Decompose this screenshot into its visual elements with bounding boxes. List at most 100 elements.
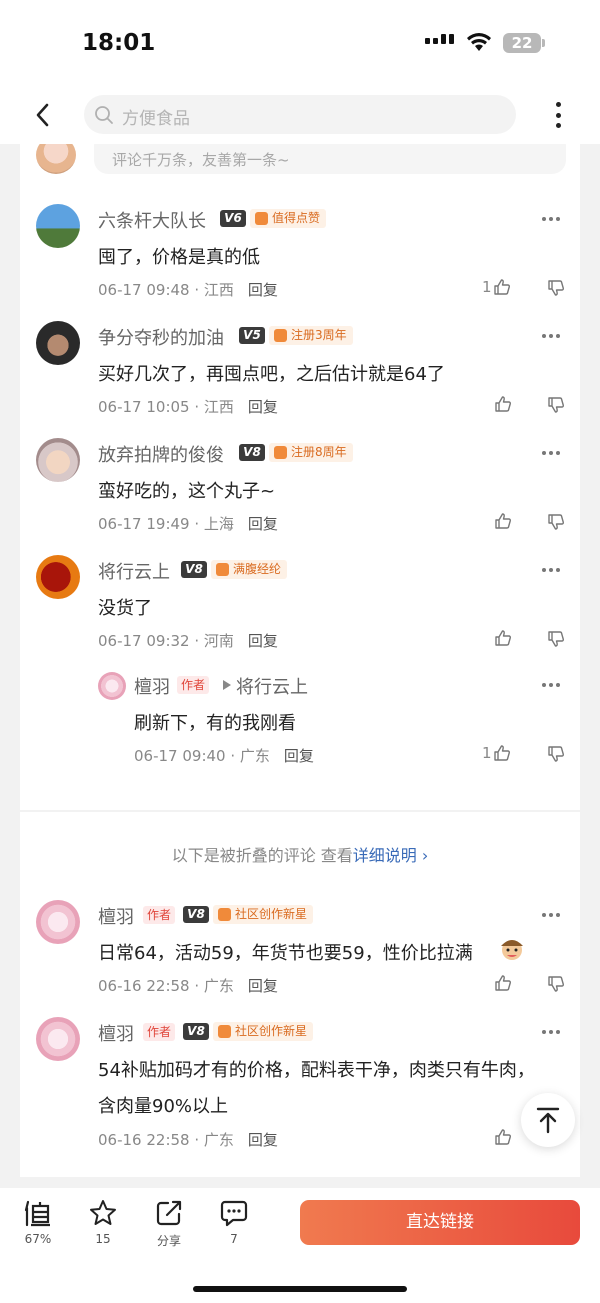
- like-button[interactable]: 1: [482, 744, 511, 762]
- reply-button[interactable]: 回复: [248, 977, 278, 995]
- like-button[interactable]: [494, 629, 512, 647]
- like-button[interactable]: 1: [482, 278, 511, 296]
- star-badge-icon: [218, 908, 231, 921]
- comment-more-icon[interactable]: [542, 334, 560, 338]
- worth-icon: [24, 1200, 50, 1227]
- my-avatar: [36, 144, 76, 174]
- like-button[interactable]: [494, 974, 512, 992]
- reply-meta: 06-17 09:40 · 广东 回复: [134, 747, 314, 765]
- status-time: 18:01: [82, 30, 156, 56]
- thumbs-down-icon[interactable]: [547, 513, 565, 531]
- share-label: 分享: [156, 1234, 181, 1248]
- thumbs-up-icon: [493, 279, 510, 295]
- reply-text: 刷新下，有的我刚看: [134, 713, 296, 734]
- user-tag: 注册8周年: [269, 443, 353, 462]
- thumbs-down-icon[interactable]: [547, 975, 565, 993]
- share-icon: [156, 1200, 182, 1226]
- user-tag: 社区创作新星: [213, 1022, 314, 1041]
- reply-button[interactable]: 回复: [284, 747, 314, 765]
- reply-arrow-icon: [223, 680, 231, 690]
- comment-button[interactable]: 7: [209, 1198, 259, 1246]
- level-badge: V8: [183, 906, 209, 923]
- bottom-bar: 67% 15 分享 7 直达链接: [0, 1188, 600, 1303]
- nav-bar: 方便食品: [0, 90, 600, 144]
- comment-username[interactable]: 檀羽: [98, 1020, 134, 1046]
- worth-button[interactable]: 67%: [13, 1198, 63, 1246]
- comment-text: 没货了: [98, 598, 152, 619]
- like-button[interactable]: [494, 395, 512, 413]
- star-badge-icon: [218, 1025, 231, 1038]
- avatar[interactable]: [36, 321, 80, 365]
- comment-text-line2: 含肉量90%以上: [98, 1096, 229, 1117]
- comment-username[interactable]: 六条杆大队长: [98, 207, 206, 233]
- comment-more-icon[interactable]: [542, 217, 560, 221]
- user-tag: 社区创作新星: [213, 905, 314, 924]
- author-tag: 作者: [177, 676, 210, 694]
- comment-meta: 06-16 22:58 · 广东 回复: [98, 1131, 278, 1149]
- favorite-button[interactable]: 15: [78, 1198, 128, 1246]
- direct-link-button[interactable]: 直达链接: [300, 1200, 580, 1245]
- emoji-sticker-icon: [501, 940, 523, 960]
- share-button[interactable]: 分享: [144, 1198, 194, 1249]
- scroll-to-top-button[interactable]: [521, 1093, 575, 1147]
- comment-input[interactable]: 评论千万条，友善第一条~: [94, 144, 566, 174]
- thumbs-down-icon[interactable]: [547, 630, 565, 648]
- comment-username[interactable]: 将行云上: [98, 558, 170, 584]
- comment-username[interactable]: 放弃拍牌的俊俊: [98, 441, 224, 467]
- level-badge: V8: [181, 561, 207, 578]
- worth-label: 67%: [24, 1232, 52, 1246]
- thumbs-up-icon: [495, 1129, 511, 1145]
- comment-username[interactable]: 檀羽: [98, 903, 134, 929]
- avatar[interactable]: [36, 555, 80, 599]
- comment-more-icon[interactable]: [542, 913, 560, 917]
- reply-button[interactable]: 回复: [248, 632, 278, 650]
- avatar[interactable]: [36, 1017, 80, 1061]
- user-tag: 注册3周年: [269, 326, 353, 345]
- home-indicator: [193, 1286, 407, 1292]
- comment-more-icon[interactable]: [542, 1030, 560, 1034]
- favorite-count: 15: [95, 1232, 111, 1246]
- arrow-up-icon: [536, 1107, 560, 1134]
- comment-more-icon[interactable]: [542, 451, 560, 455]
- comment-more-icon[interactable]: [542, 683, 560, 687]
- avatar[interactable]: [36, 900, 80, 944]
- thumbs-up-icon: [495, 630, 511, 646]
- comment-more-icon[interactable]: [542, 568, 560, 572]
- avatar[interactable]: [36, 438, 80, 482]
- like-button[interactable]: [494, 512, 512, 530]
- author-tag: 作者: [143, 906, 176, 924]
- avatar[interactable]: [36, 204, 80, 248]
- reply-button[interactable]: 回复: [248, 398, 278, 416]
- like-button[interactable]: [494, 1128, 512, 1146]
- comment-text: 54补贴加码才有的价格，配料表干净，肉类只有牛肉，: [98, 1060, 535, 1081]
- comment-text: 蛮好吃的，这个丸子~: [98, 481, 276, 502]
- reply-button[interactable]: 回复: [248, 281, 278, 299]
- reply-button[interactable]: 回复: [248, 515, 278, 533]
- comment-meta: 06-17 10:05 · 江西 回复: [98, 398, 278, 416]
- thumbs-down-icon[interactable]: [547, 745, 565, 763]
- avatar[interactable]: [98, 672, 126, 700]
- reply-to-username[interactable]: 将行云上: [236, 673, 308, 699]
- fold-details-link[interactable]: 详细说明 ›: [353, 846, 429, 865]
- comment-text: 囤了，价格是真的低: [98, 247, 260, 268]
- search-icon: [95, 106, 113, 124]
- reply-button[interactable]: 回复: [248, 1131, 278, 1149]
- thumbs-up-icon: [495, 396, 511, 412]
- comment-text: 买好几次了，再囤点吧，之后估计就是64了: [98, 364, 445, 385]
- battery-icon: 22: [503, 33, 541, 53]
- comment-meta: 06-16 22:58 · 广东 回复: [98, 977, 278, 995]
- thumbs-down-icon[interactable]: [547, 396, 565, 414]
- back-icon[interactable]: [30, 100, 56, 130]
- comment-bubble-icon: [220, 1200, 248, 1227]
- thumbs-down-icon[interactable]: [547, 279, 565, 297]
- reply-username[interactable]: 檀羽: [134, 673, 170, 699]
- search-input[interactable]: 方便食品: [84, 95, 516, 134]
- more-options-icon[interactable]: [548, 100, 568, 130]
- thumbs-up-icon: [493, 745, 510, 761]
- star-icon: [90, 1200, 116, 1225]
- comment-meta: 06-17 09:32 · 河南 回复: [98, 632, 278, 650]
- comment-meta: 06-17 19:49 · 上海 回复: [98, 515, 278, 533]
- comment-username[interactable]: 争分夺秒的加油: [98, 324, 224, 350]
- thumbs-up-icon: [495, 975, 511, 991]
- search-placeholder: 方便食品: [122, 109, 190, 129]
